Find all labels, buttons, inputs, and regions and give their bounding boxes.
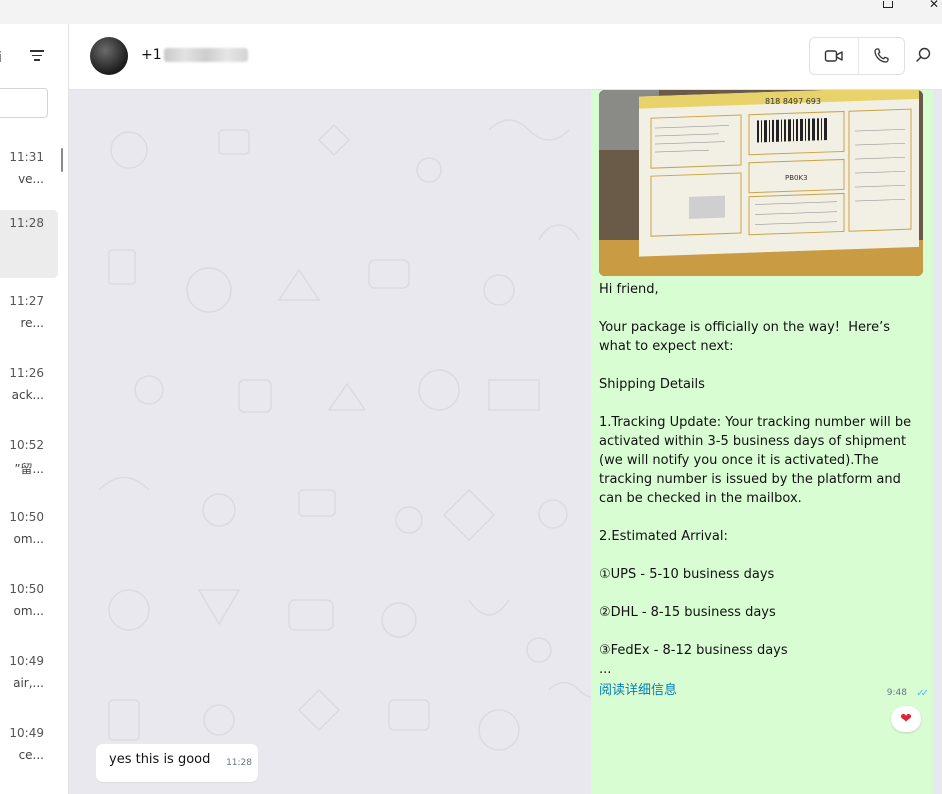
- photo-box-label: PB0K3: [785, 174, 808, 182]
- search-input[interactable]: [0, 88, 48, 118]
- chat-time: 11:26: [9, 366, 44, 380]
- voice-call-button[interactable]: [858, 38, 906, 74]
- close-button[interactable]: ✕: [920, 0, 942, 12]
- chat-preview: ack...: [11, 388, 44, 402]
- redacted-name: [163, 48, 248, 62]
- chat-list-item[interactable]: 11:26 ack...: [0, 360, 58, 428]
- chat-time: 11:28: [9, 216, 44, 230]
- avatar[interactable]: [90, 37, 128, 75]
- outgoing-message[interactable]: 818 8497 693 PB0K3 Hi friend, Your packa…: [591, 90, 933, 794]
- chat-list-item[interactable]: 11:31 ve...: [0, 144, 58, 212]
- chat-preview: ce...: [18, 748, 44, 762]
- photo-tracking-number: 818 8497 693: [765, 97, 821, 106]
- filter-icon-line: [34, 59, 40, 61]
- chat-preview: ve...: [18, 172, 44, 186]
- chat-preview: air,...: [13, 676, 44, 690]
- message-time: 11:28: [226, 758, 252, 768]
- shipping-label-photo: 818 8497 693 PB0K3: [599, 90, 923, 276]
- chat-list-sidebar: i 11:31 ve... 11:28 11:27 re... 11:26 ac…: [0, 24, 69, 794]
- message-text: yes this is good: [109, 752, 211, 767]
- chat-time: 10:50: [9, 510, 44, 524]
- filter-icon: [30, 50, 44, 52]
- phone-call-icon: [874, 48, 889, 63]
- window-titlebar: ✕: [0, 0, 942, 24]
- close-icon: ✕: [928, 0, 940, 11]
- chat-list-item[interactable]: 10:52 ”留...: [0, 432, 58, 500]
- chat-preview: om...: [13, 604, 44, 618]
- message-time: 9:48: [886, 688, 907, 698]
- call-buttons: [809, 37, 905, 75]
- contact-name-prefix: +1: [141, 47, 162, 63]
- chat-list-item[interactable]: 11:27 re...: [0, 288, 58, 356]
- chat-preview: om...: [13, 532, 44, 546]
- chat-list-item-selected[interactable]: 11:28: [0, 210, 58, 278]
- chat-time: 10:49: [9, 726, 44, 740]
- chat-preview: re...: [20, 316, 45, 330]
- maximize-icon: [883, 1, 893, 8]
- conversation-header: +1: [69, 24, 942, 90]
- incoming-message[interactable]: yes this is good 11:28: [96, 744, 258, 782]
- chat-search-button[interactable]: [915, 46, 937, 68]
- conversation-area[interactable]: 818 8497 693 PB0K3 Hi friend, Your packa…: [69, 90, 942, 794]
- double-check-icon: ✓✓: [916, 688, 929, 699]
- message-text: Hi friend, Your package is officially on…: [599, 282, 912, 677]
- chat-preview: ”留...: [14, 462, 44, 476]
- chat-time: 11:27: [9, 294, 44, 308]
- read-more-link[interactable]: 阅读详细信息: [599, 679, 677, 698]
- maximize-button[interactable]: [874, 0, 902, 12]
- info-icon[interactable]: i: [0, 50, 2, 66]
- filter-icon-line: [32, 54, 42, 56]
- video-call-icon: [824, 50, 843, 62]
- heart-reaction-icon[interactable]: ❤: [891, 706, 921, 732]
- chat-list-item[interactable]: 10:50 om...: [0, 576, 58, 644]
- chat-list-scrollbar[interactable]: [61, 148, 63, 172]
- chat-time: 10:52: [9, 438, 44, 452]
- contact-name[interactable]: +1: [141, 47, 248, 63]
- chat-time: 10:49: [9, 654, 44, 668]
- chat-time: 10:50: [9, 582, 44, 596]
- video-call-button[interactable]: [810, 38, 859, 74]
- chat-list-item[interactable]: 10:50 om...: [0, 504, 58, 572]
- message-photo[interactable]: 818 8497 693 PB0K3: [599, 90, 923, 276]
- filter-button[interactable]: [28, 50, 46, 62]
- chat-list-item[interactable]: 10:49 ce...: [0, 720, 58, 788]
- chat-time: 11:31: [9, 150, 44, 164]
- chat-list-item[interactable]: 10:49 air,...: [0, 648, 58, 716]
- search-icon: [916, 47, 931, 62]
